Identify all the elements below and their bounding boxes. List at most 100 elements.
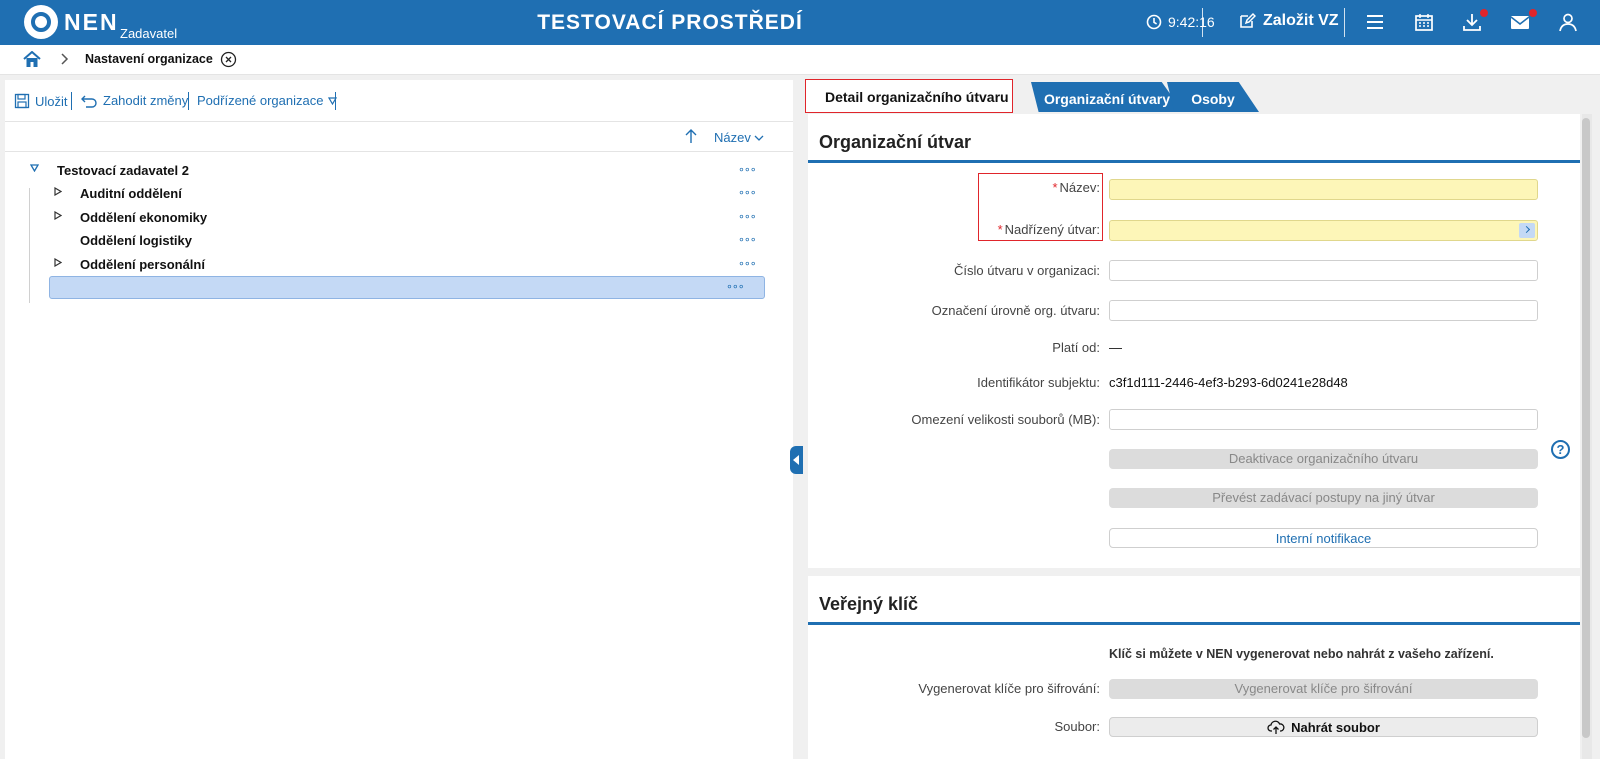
required-marker: * [997, 222, 1003, 237]
generate-keys-label: Vygenerovat klíče pro šifrování: [918, 681, 1100, 696]
row-actions-button[interactable]: ∘∘∘ [738, 186, 757, 199]
mail-icon[interactable] [1509, 11, 1531, 33]
sub-organizations-label: Podřízené organizace [197, 93, 324, 108]
mail-notification-badge [1529, 9, 1537, 17]
tree-item-label: Oddělení ekonomiky [80, 210, 208, 225]
tree-item[interactable]: Oddělení logistiky ∘∘∘ [5, 229, 793, 252]
tab-persons[interactable]: Osoby [1167, 82, 1259, 112]
required-marker: * [1052, 180, 1058, 195]
create-tender-label: Založit VZ [1263, 12, 1339, 29]
row-actions-button[interactable]: ∘∘∘ [726, 280, 745, 293]
tree-item-selected[interactable]: ∘∘∘ [49, 276, 765, 299]
file-limit-label: Omezení velikosti souborů (MB): [911, 412, 1100, 427]
name-label-text: Název: [1059, 180, 1100, 195]
subject-id-value: c3f1d111-2446-4ef3-b293-6d0241e28d48 [1109, 375, 1348, 390]
tree-root-label: Testovací zadavatel 2 [57, 163, 189, 178]
sort-label: Název [714, 130, 751, 145]
tree-item[interactable]: Oddělení personální ∘∘∘ [5, 253, 793, 276]
sort-ascending-icon[interactable] [684, 128, 698, 144]
scrollbar-thumb[interactable] [1582, 118, 1590, 738]
save-button[interactable]: Uložit [14, 93, 68, 109]
cloud-upload-icon [1267, 720, 1285, 734]
toolbar-divider [335, 92, 336, 110]
chevron-right-icon [61, 53, 69, 65]
row-actions-button[interactable]: ∘∘∘ [738, 163, 757, 176]
parent-field-label: * Nadřízený útvar: [998, 222, 1100, 237]
valid-from-value: — [1109, 340, 1122, 355]
tree-item[interactable]: Auditní oddělení ∘∘∘ [5, 182, 793, 205]
close-tab-icon[interactable] [220, 51, 237, 68]
edit-icon [1240, 12, 1256, 28]
tree-item[interactable]: Oddělení ekonomiky ∘∘∘ [5, 206, 793, 229]
upload-file-button[interactable]: Nahrát soubor [1109, 717, 1538, 737]
menu-icon[interactable] [1364, 11, 1386, 33]
parent-unit-field[interactable] [1109, 220, 1538, 241]
create-tender-button[interactable]: Založit VZ [1238, 12, 1339, 30]
sub-organizations-dropdown[interactable]: Podřízené organizace [197, 93, 338, 108]
divider [1344, 8, 1345, 37]
tree-root-row[interactable]: Testovací zadavatel 2 ∘∘∘ [5, 159, 793, 182]
name-input[interactable] [1109, 179, 1538, 200]
parent-label-text: Nadřízený útvar: [1004, 222, 1100, 237]
toolbar-divider [188, 92, 189, 110]
collapsed-triangle-icon[interactable] [54, 211, 62, 220]
row-actions-button[interactable]: ∘∘∘ [738, 210, 757, 223]
home-icon[interactable] [23, 51, 41, 68]
public-key-info: Klíč si můžete v NEN vygenerovat nebo na… [1109, 647, 1494, 661]
tree-item-label: Oddělení logistiky [80, 233, 192, 248]
deactivate-unit-button[interactable]: Deaktivace organizačního útvaru [1109, 449, 1538, 469]
section-rule [808, 160, 1580, 163]
row-actions-button[interactable]: ∘∘∘ [738, 257, 757, 270]
tab-unit-detail[interactable]: Detail organizačního útvaru [805, 79, 1013, 113]
org-unit-card: Organizační útvar * Název: * Nadřízený útv… [808, 114, 1580, 568]
divider [1202, 8, 1203, 37]
clock-icon [1146, 14, 1162, 30]
save-icon [14, 93, 30, 109]
row-actions-button[interactable]: ∘∘∘ [738, 233, 757, 246]
transfer-procedures-button[interactable]: Převést zadávací postupy na jiný útvar [1109, 488, 1538, 508]
tree-item-label: Oddělení personální [80, 257, 205, 272]
chevron-right-icon[interactable] [1519, 223, 1535, 238]
level-input[interactable] [1109, 300, 1538, 321]
valid-from-label: Platí od: [1052, 340, 1100, 355]
tree-toolbar: Uložit Zahodit změny Podřízené organizac… [5, 80, 793, 122]
tab-org-units[interactable]: Organizační útvary [1031, 82, 1183, 112]
session-clock: 9:42:16 [1146, 14, 1215, 30]
expanded-triangle-icon[interactable] [30, 164, 39, 172]
discard-changes-button[interactable]: Zahodit změny [80, 93, 188, 108]
public-key-card: Veřejný klíč Klíč si můžete v NEN vygene… [808, 576, 1580, 759]
collapse-panel-handle[interactable] [790, 446, 803, 474]
environment-title: TESTOVACÍ PROSTŘEDÍ [537, 11, 803, 34]
generate-keys-button[interactable]: Vygenerovat klíče pro šifrování [1109, 679, 1538, 699]
clock-time: 9:42:16 [1168, 14, 1215, 30]
help-icon[interactable]: ? [1551, 440, 1570, 459]
upload-file-label: Nahrát soubor [1291, 720, 1380, 735]
section-title: Veřejný klíč [819, 594, 919, 614]
file-label: Soubor: [1054, 719, 1100, 734]
user-icon[interactable] [1557, 11, 1579, 33]
toolbar-divider [71, 92, 72, 110]
collapsed-triangle-icon[interactable] [54, 258, 62, 267]
download-notification-badge [1480, 9, 1488, 17]
sort-by-name-dropdown[interactable]: Název [714, 130, 764, 145]
discard-changes-label: Zahodit změny [103, 93, 189, 108]
chevron-down-icon [755, 135, 764, 141]
tree-sort-header: Název [5, 122, 793, 152]
undo-icon [81, 95, 97, 108]
subject-id-label: Identifikátor subjektu: [977, 375, 1100, 390]
top-bar: NEN Zadavatel TESTOVACÍ PROSTŘEDÍ 9:42:1… [0, 0, 1600, 45]
detail-scrollbar[interactable] [1582, 114, 1592, 759]
name-field-label: * Název: [1052, 180, 1100, 195]
unit-number-input[interactable] [1109, 260, 1538, 281]
org-tree-panel: Uložit Zahodit změny Podřízené organizac… [5, 80, 793, 759]
calendar-icon[interactable] [1413, 11, 1435, 33]
file-limit-input[interactable] [1109, 409, 1538, 430]
internal-notifications-button[interactable]: Interní notifikace [1109, 528, 1538, 548]
level-label: Označení úrovně org. útvaru: [931, 303, 1100, 318]
dropdown-triangle-icon [328, 96, 338, 105]
section-rule [808, 622, 1580, 625]
breadcrumb: Nastavení organizace [0, 45, 1600, 75]
unit-number-label: Číslo útvaru v organizaci: [954, 263, 1100, 278]
tree-item-label: Auditní oddělení [80, 186, 182, 201]
collapsed-triangle-icon[interactable] [54, 187, 62, 196]
